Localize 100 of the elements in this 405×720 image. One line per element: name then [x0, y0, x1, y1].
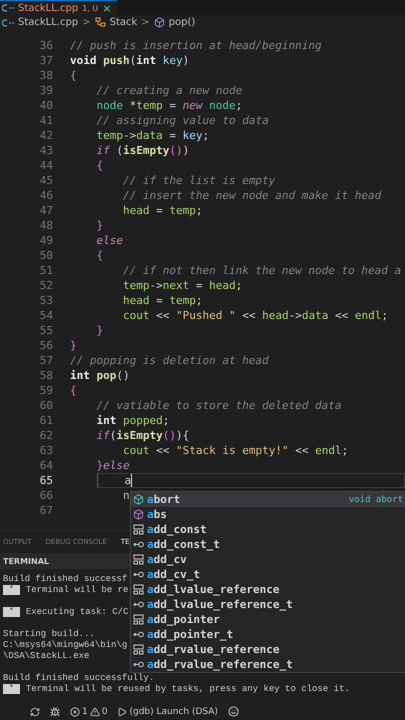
editor-tab[interactable]: StackLL.cpp 1, U ×	[0, 0, 118, 15]
close-button[interactable]: ×	[102, 2, 112, 14]
line-number: 49	[38, 234, 53, 247]
suggestion-item[interactable]: add_rvalue_reference_t	[131, 657, 405, 672]
line-number: 57	[38, 354, 53, 367]
code-line: // assigning value to data	[96, 114, 269, 127]
suggestion-item[interactable]: add_const	[131, 522, 405, 537]
line-number: 64	[38, 459, 53, 472]
code-line: // creating a new node	[96, 84, 242, 97]
terminal-line: Executing task: C/C	[26, 606, 128, 616]
connector-icon	[133, 659, 144, 670]
line-number: 43	[38, 144, 53, 157]
code-line: cout << "Pushed " << head->data << endl;	[122, 309, 388, 322]
blocks-icon	[133, 524, 144, 535]
line-number: 45	[38, 174, 53, 187]
terminal-line: C:\msys64\mingw64\bin\g	[3, 640, 128, 650]
blocks-icon	[133, 554, 144, 565]
warning-count[interactable]: 0	[102, 706, 108, 716]
terminal-line: Build finished successf	[3, 574, 128, 584]
code-line: a	[124, 474, 132, 487]
line-number: 44	[38, 159, 53, 172]
line-number: 66	[38, 489, 53, 502]
terminal-line: Terminal will be re	[26, 584, 128, 594]
line-number: 58	[38, 369, 53, 382]
suggestion-item[interactable]: add_pointer	[131, 612, 405, 627]
line-number: 62	[38, 429, 53, 442]
line-number: 47	[38, 204, 53, 217]
warning-icon	[90, 706, 100, 716]
code-line: if(isEmpty()){	[96, 429, 190, 442]
line-number: 51	[38, 264, 53, 277]
problem-label: 1, U	[82, 4, 98, 12]
line-number: 41	[38, 114, 53, 127]
tab-filename: StackLL.cpp	[18, 2, 78, 14]
code-line: int pop()	[70, 369, 130, 382]
code-line: cout << "Stack is empty!" << endl;	[122, 444, 348, 457]
line-number: 63	[38, 444, 53, 457]
task-badge: *	[3, 584, 20, 594]
code-line: {	[70, 384, 77, 397]
cube-icon	[133, 509, 144, 520]
line-number: 46	[38, 189, 53, 202]
task-badge: *	[3, 606, 20, 616]
error-icon	[70, 706, 80, 716]
class-icon	[94, 17, 106, 28]
suggestion-item[interactable]: add_pointer_t	[131, 627, 405, 642]
code-line: head = temp;	[122, 294, 202, 307]
cube-icon	[154, 17, 165, 28]
bug-icon[interactable]	[50, 706, 60, 716]
code-line: // push is insertion at head/beginning	[70, 39, 322, 52]
suggestion-item[interactable]: abs	[131, 507, 405, 522]
line-number: 67	[38, 504, 53, 517]
sync-icon[interactable]	[30, 706, 40, 716]
breadcrumb-separator: >	[82, 17, 91, 28]
code-line: head = temp;	[122, 204, 202, 217]
line-number: 36	[38, 39, 53, 52]
code-line: {	[96, 159, 104, 172]
line-number: 52	[38, 279, 53, 292]
line-number: 61	[38, 414, 53, 427]
suggestion-item[interactable]: add_cv	[131, 552, 405, 567]
code-line: void push(int key)	[70, 54, 190, 67]
feedback-icon[interactable]	[228, 706, 239, 717]
connector-icon	[133, 629, 144, 640]
terminal-line: Build finished successfully.	[3, 672, 154, 682]
breadcrumb-item[interactable]: pop()	[168, 17, 196, 28]
launch-icon	[117, 706, 128, 716]
connector-icon	[133, 599, 144, 610]
breadcrumb-item[interactable]: Stack	[110, 17, 138, 28]
terminal-title: TERMINAL	[3, 556, 50, 566]
suggestion-detail: void abort	[348, 494, 404, 504]
line-number: 56	[38, 339, 53, 352]
suggestion-item[interactable]: add_cv_t	[131, 567, 405, 582]
code-line: temp->data = key;	[96, 129, 210, 142]
terminal-line: Terminal will be reused by tasks, press any key to close it.	[26, 684, 350, 694]
code-line: }	[96, 324, 104, 337]
line-number: 65	[38, 474, 53, 487]
code-line: if (isEmpty())	[96, 144, 190, 157]
code-line: temp->next = head;	[122, 279, 242, 292]
suggestion-item[interactable]: abort void abort	[131, 492, 405, 507]
suggestion-item[interactable]: add_const_t	[131, 537, 405, 552]
line-number: 39	[38, 84, 53, 97]
line-number: 53	[38, 294, 53, 307]
code-line: // vatiable to store the deleted data	[96, 399, 342, 412]
code-line: else	[96, 234, 123, 247]
suggestion-item[interactable]: add_lvalue_reference_t	[131, 597, 405, 612]
launch-config[interactable]: (gdb) Launch (DSA)	[129, 706, 218, 716]
text-cursor	[131, 474, 132, 487]
suggestion-item[interactable]: add_rvalue_reference	[131, 642, 405, 657]
code-line: // if not then link the new node to head a	[122, 264, 402, 277]
breadcrumb-separator: >	[141, 17, 150, 28]
code-line: // popping is deletion at head	[70, 354, 269, 367]
line-number: 48	[38, 219, 53, 232]
breadcrumb-item[interactable]: StackLL.cpp	[18, 17, 78, 28]
line-number: 59	[38, 384, 53, 397]
code-line: int popped;	[96, 414, 170, 427]
connector-icon	[133, 569, 144, 580]
error-count[interactable]: 1	[82, 706, 88, 716]
code-line: {	[96, 249, 104, 262]
line-number: 40	[38, 99, 53, 112]
suggestion-item[interactable]: add_lvalue_reference	[131, 582, 405, 597]
file-icon	[2, 4, 14, 12]
code-line: // if the list is empty	[122, 174, 276, 187]
